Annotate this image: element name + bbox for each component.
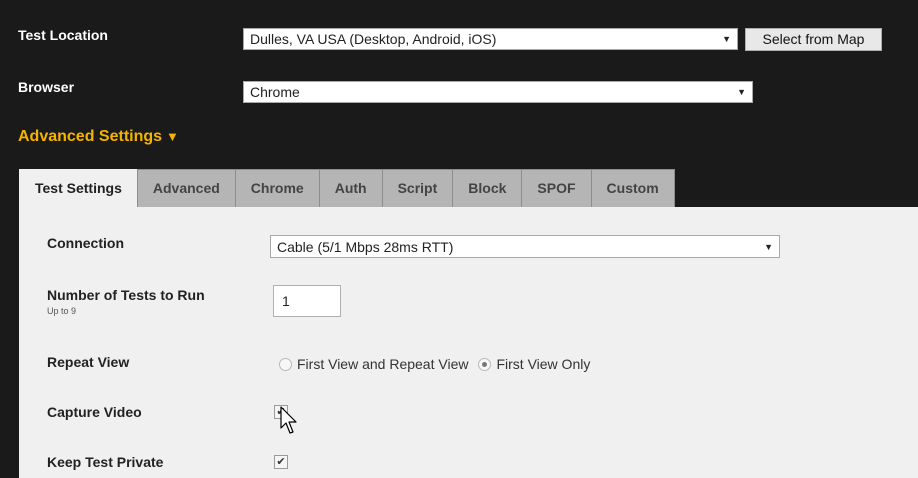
browser-select[interactable]: Chrome ▼: [243, 81, 753, 103]
select-from-map-button[interactable]: Select from Map: [745, 28, 882, 51]
test-location-value: Dulles, VA USA (Desktop, Android, iOS): [250, 31, 497, 47]
dropdown-arrow-icon: ▼: [737, 87, 746, 97]
connection-label: Connection: [47, 235, 124, 251]
radio-first-and-repeat-label[interactable]: First View and Repeat View: [297, 356, 468, 372]
tab-advanced[interactable]: Advanced: [136, 169, 236, 207]
test-location-select[interactable]: Dulles, VA USA (Desktop, Android, iOS) ▼: [243, 28, 738, 50]
radio-first-only[interactable]: [478, 357, 492, 371]
radio-first-and-repeat[interactable]: [279, 357, 292, 371]
test-location-label: Test Location: [18, 27, 108, 43]
browser-value: Chrome: [250, 84, 300, 100]
radio-first-only-label[interactable]: First View Only: [496, 356, 590, 372]
tab-custom[interactable]: Custom: [590, 169, 675, 207]
dropdown-arrow-icon: ▼: [722, 34, 731, 44]
browser-label: Browser: [18, 79, 75, 95]
settings-tabs: Test Settings Advanced Chrome Auth Scrip…: [19, 169, 675, 207]
repeat-view-options: First View and Repeat View First View On…: [279, 356, 600, 372]
num-tests-input[interactable]: 1: [273, 285, 341, 317]
keep-private-checkbox[interactable]: ✔: [274, 455, 288, 469]
repeat-view-label: Repeat View: [47, 354, 130, 370]
connection-select[interactable]: Cable (5/1 Mbps 28ms RTT) ▼: [270, 235, 780, 258]
connection-value: Cable (5/1 Mbps 28ms RTT): [277, 238, 454, 255]
tab-chrome[interactable]: Chrome: [234, 169, 320, 207]
triangle-down-icon: ▼: [166, 129, 179, 144]
tab-spof[interactable]: SPOF: [521, 169, 592, 207]
advanced-settings-title: Advanced Settings: [18, 128, 163, 145]
tab-auth[interactable]: Auth: [318, 169, 383, 207]
capture-video-label: Capture Video: [47, 404, 142, 420]
mouse-pointer-icon: [280, 406, 297, 434]
tab-test-settings[interactable]: Test Settings: [19, 169, 138, 207]
num-tests-label: Number of Tests to Run: [47, 287, 205, 303]
dropdown-arrow-icon: ▼: [764, 241, 773, 252]
tab-block[interactable]: Block: [452, 169, 523, 207]
tab-script[interactable]: Script: [381, 169, 454, 207]
keep-private-label: Keep Test Private: [47, 454, 164, 470]
advanced-settings-toggle[interactable]: Advanced Settings ▼: [18, 128, 179, 146]
num-tests-sublabel: Up to 9: [47, 306, 77, 316]
